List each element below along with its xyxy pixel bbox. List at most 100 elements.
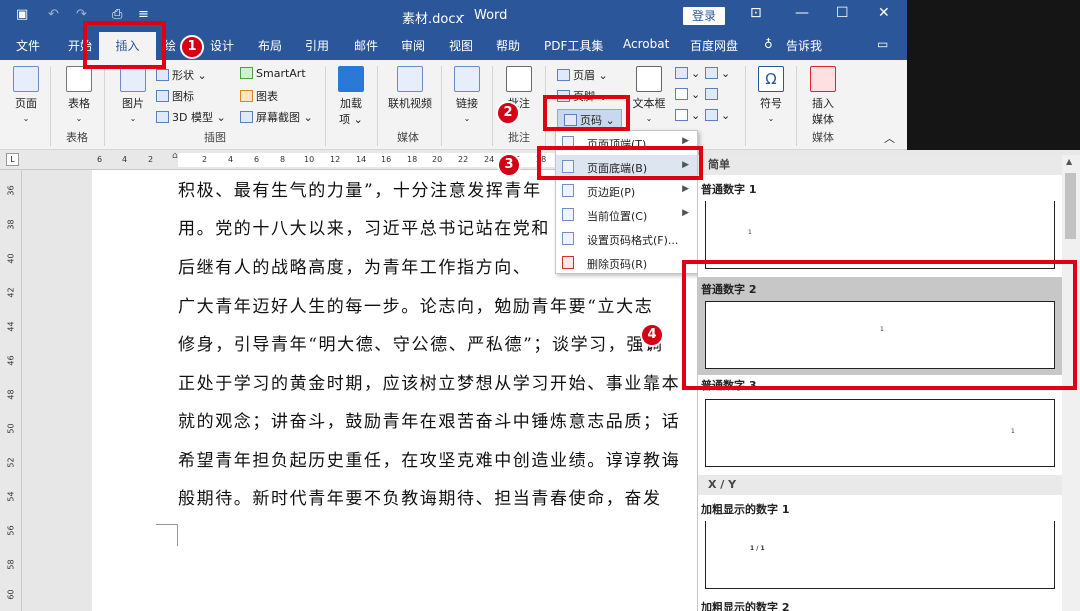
ribbon-display-icon[interactable]: ⊡ [750,5,762,21]
ruler-tick: 18 [407,155,418,164]
ruler-tick: 6 [254,155,260,164]
tab-mailings[interactable]: 邮件 [354,37,378,54]
annotation-box-page-number [543,95,630,131]
ruler-tick: 16 [381,155,392,164]
customize-icon[interactable]: ≡ [138,7,149,22]
document-line: 广大青年迈好人生的每一步。论志向，勉励青年要“立大志 [178,297,654,317]
document-line: 正处于学习的黄金时期，应该树立梦想从学习开始、事业靠本 [178,374,681,394]
step-badge: 4 [640,323,664,347]
screenshot-button[interactable]: 屏幕截图 ⌄ [240,109,313,125]
screenshot-icon [240,111,253,123]
page-margin-gutter [22,170,92,611]
insert-media-icon [810,66,836,92]
date-time-icon[interactable] [705,88,721,101]
gallery-item-label: 加粗显示的数字 2 [701,601,790,611]
group-comments-label: 批注 [508,131,530,144]
separator [377,66,378,146]
page-margins-icon [562,184,574,197]
chart-button[interactable]: 图表 [240,88,278,104]
page-number-preview: 1 [1011,428,1015,435]
smartart-icon [240,67,253,79]
ruler-tick: 2 [148,155,154,164]
tab-references[interactable]: 引用 [305,37,329,54]
tab-baidu-netdisk[interactable]: 百度网盘 [690,37,738,54]
symbol-button[interactable]: Ω 符号 ⌄ [756,66,786,124]
icons-button[interactable]: 图标 [156,88,194,104]
ruler-tick: 38 [6,219,16,230]
indent-marker-icon[interactable]: ⌂ [172,151,178,161]
ruler-tick: 22 [458,155,469,164]
lightbulb-icon: ♁ [764,37,773,51]
addins-icon [338,66,364,92]
tell-me-input[interactable]: 告诉我 [786,37,822,54]
ruler-tick: 56 [6,525,16,536]
tab-layout[interactable]: 布局 [258,37,282,54]
separator [325,66,326,146]
ruler-tick: 4 [228,155,234,164]
document-line: 积极、最有生气的力量”，十分注意发挥青年 [178,181,542,201]
object-icon[interactable]: ⌄ [705,109,730,122]
format-page-numbers-icon [562,232,574,245]
save-icon[interactable]: ▣ [16,7,28,22]
picture-button[interactable]: 图片 ⌄ [116,66,150,124]
pages-button[interactable]: 页面 ⌄ [12,66,40,124]
tab-acrobat[interactable]: Acrobat [623,37,669,51]
tab-selector-icon[interactable]: L [6,153,19,166]
menu-item-format-page-numbers[interactable]: 设置页码格式(F)... [556,227,697,251]
dropcap-icon[interactable]: ⌄ [675,109,700,122]
tab-review[interactable]: 审阅 [401,37,425,54]
link-button[interactable]: 链接 ⌄ [452,66,482,124]
tab-file[interactable]: 文件 [16,37,40,54]
group-table-label: 表格 [66,131,88,144]
wordart-icon[interactable]: ⌄ [675,88,700,101]
tab-help[interactable]: 帮助 [496,37,520,54]
signature-line-icon[interactable]: ⌄ [705,67,730,80]
desktop-background [907,0,1080,155]
gallery-item-plain-number-1[interactable]: 1 [705,201,1055,269]
ruler-tick: 46 [6,355,16,366]
ruler-tick: 52 [6,457,16,468]
shapes-button[interactable]: 形状 ⌄ [156,67,207,83]
gallery-section-simple: 简单 [698,155,1063,175]
maximize-icon[interactable]: ☐ [836,5,849,21]
ruler-tick: 24 [484,155,495,164]
login-button[interactable]: 登录 [683,7,725,25]
annotation-box-insert-tab [83,21,166,69]
menu-item-current-position[interactable]: 当前位置(C) ▶ [556,203,697,227]
addins-button[interactable]: 加载项 ⌄ [337,66,365,127]
menu-item-remove-page-numbers[interactable]: 删除页码(R) [556,251,697,275]
tab-pdf-tools[interactable]: PDF工具集 [544,37,603,54]
collapse-ribbon-icon[interactable]: ︿ [884,130,895,146]
submenu-arrow-icon: ▶ [682,184,689,194]
close-icon[interactable]: ✕ [878,5,890,21]
tab-design[interactable]: 设计 [210,37,234,54]
minimize-icon[interactable]: — [795,5,809,21]
gallery-item-label: 加粗显示的数字 1 [701,503,790,516]
comments-icon[interactable]: ▭ [877,37,888,51]
gallery-item-plain-number-3[interactable]: 1 [705,399,1055,467]
ruler-tick: 6 [97,155,103,164]
table-button[interactable]: 表格 ⌄ [62,66,96,124]
document-icon[interactable]: ⎙ [112,7,122,22]
icons-icon [156,90,169,102]
menu-item-page-margins[interactable]: 页边距(P) ▶ [556,179,697,203]
3d-model-button[interactable]: 3D 模型 ⌄ [156,109,226,125]
gallery-scrollbar-thumb[interactable] [1065,173,1076,239]
step-badge: 3 [497,153,521,177]
step-badge: 1 [180,35,204,59]
online-video-button[interactable]: 联机视频 [386,66,434,111]
redo-icon[interactable]: ↷ [76,7,87,22]
undo-icon[interactable]: ↶ [48,7,59,22]
cube-icon [156,111,169,123]
smartart-button[interactable]: SmartArt [240,67,306,80]
separator [745,66,746,146]
insert-media-button[interactable]: 插入 媒体 [806,66,840,127]
tab-view[interactable]: 视图 [449,37,473,54]
quick-parts-icon[interactable]: ⌄ [675,67,700,80]
ruler-tick: 4 [122,155,128,164]
header-button[interactable]: 页眉 ⌄ [557,67,608,83]
scroll-up-icon[interactable]: ▲ [1066,157,1072,166]
gallery-item-bold-number-1[interactable]: 1 / 1 [705,521,1055,589]
submenu-arrow-icon: ▶ [682,208,689,218]
textbox-button[interactable]: 文本框 ⌄ [630,66,668,124]
